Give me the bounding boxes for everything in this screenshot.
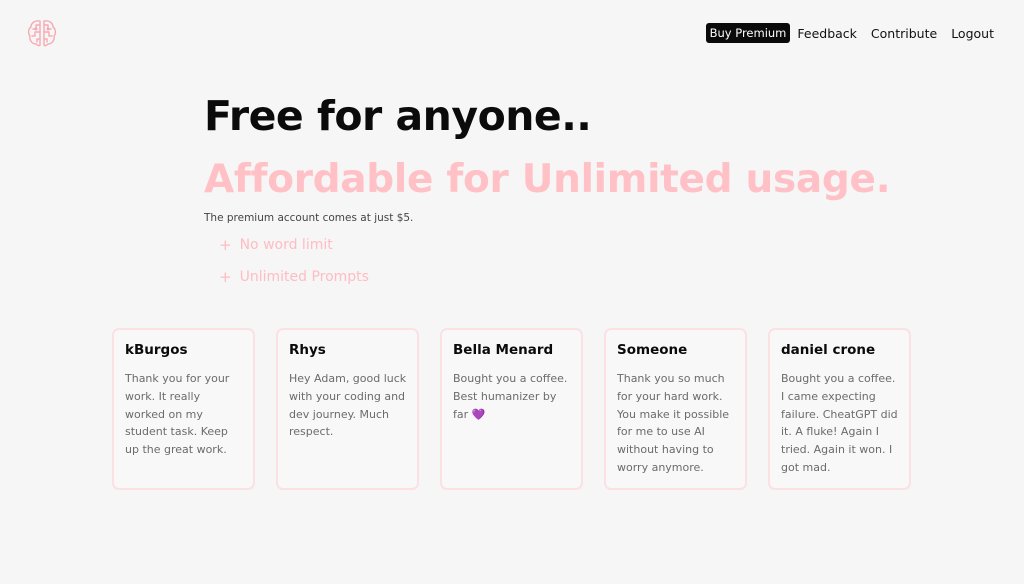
- plus-icon: +: [219, 236, 232, 254]
- hero-description: The premium account comes at just $5.: [204, 212, 414, 224]
- testimonial-list: kBurgos Thank you for your work. It real…: [112, 328, 911, 490]
- testimonial-card: Someone Thank you so much for your hard …: [604, 328, 747, 490]
- testimonial-card: daniel crone Bought you a coffee. I came…: [768, 328, 911, 490]
- plus-icon: +: [219, 268, 232, 286]
- logout-link[interactable]: Logout: [951, 26, 994, 41]
- brain-logo-icon[interactable]: [26, 17, 58, 49]
- testimonial-card: Rhys Hey Adam, good luck with your codin…: [276, 328, 419, 490]
- testimonial-text: Hey Adam, good luck with your coding and…: [289, 372, 407, 439]
- testimonial-card: Bella Menard Bought you a coffee. Best h…: [440, 328, 583, 490]
- testimonial-text: Bought you a coffee. I came expecting fa…: [781, 372, 898, 474]
- hero-subtitle: Affordable for Unlimited usage.: [204, 157, 891, 202]
- testimonial-text: Bought you a coffee. Best humanizer by f…: [453, 372, 568, 421]
- testimonial-text: Thank you for your work. It really worke…: [125, 372, 230, 457]
- testimonial-author: kBurgos: [125, 342, 188, 358]
- purple-heart-icon: 💜: [471, 407, 486, 421]
- feature-item: + Unlimited Prompts: [219, 268, 369, 286]
- hero-title: Free for anyone..: [204, 92, 592, 140]
- testimonial-author: Someone: [617, 342, 688, 358]
- testimonial-author: Bella Menard: [453, 342, 554, 358]
- buy-premium-button[interactable]: Buy Premium: [705, 23, 791, 43]
- hero-section: Free for anyone..: [204, 90, 592, 142]
- top-nav: Buy Premium Feedback Contribute Logout: [705, 23, 994, 43]
- feature-item: + No word limit: [219, 236, 333, 254]
- testimonial-text-wrap: Bought you a coffee. Best humanizer by f…: [453, 370, 571, 423]
- testimonial-text: Thank you so much for your hard work. Yo…: [617, 372, 730, 474]
- testimonial-author: daniel crone: [781, 342, 876, 358]
- testimonial-card: kBurgos Thank you for your work. It real…: [112, 328, 255, 490]
- testimonial-author: Rhys: [289, 342, 326, 358]
- feature-label: No word limit: [239, 237, 333, 253]
- contribute-link[interactable]: Contribute: [871, 26, 937, 41]
- feedback-link[interactable]: Feedback: [797, 26, 857, 41]
- feature-label: Unlimited Prompts: [239, 269, 369, 285]
